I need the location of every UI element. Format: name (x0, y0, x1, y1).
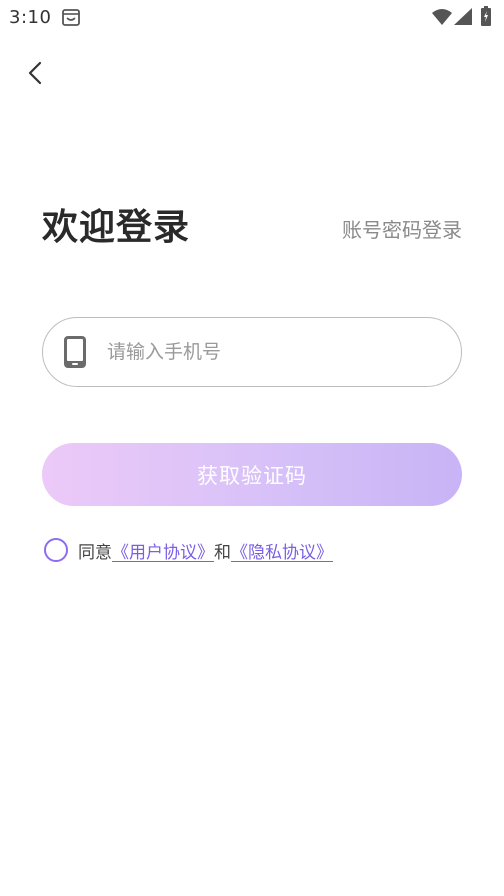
agree-checkbox[interactable] (44, 538, 68, 562)
back-button[interactable] (18, 56, 52, 90)
agree-prefix: 同意 (78, 542, 112, 563)
get-code-button[interactable]: 获取验证码 (42, 443, 462, 506)
notification-app-icon (62, 9, 80, 26)
user-agreement-link[interactable]: 《用户协议》 (112, 538, 214, 563)
privacy-policy-link[interactable]: 《隐私协议》 (231, 538, 333, 563)
page-title: 欢迎登录 (42, 207, 191, 248)
phone-field[interactable] (42, 317, 462, 387)
password-login-link[interactable]: 账号密码登录 (342, 214, 462, 243)
status-bar: 3:10 (0, 0, 504, 34)
status-time: 3:10 (9, 7, 52, 28)
battery-charging-icon (481, 6, 491, 26)
phone-input[interactable] (107, 341, 407, 363)
signal-icon (454, 8, 472, 25)
agree-conjunction: 和 (214, 542, 231, 563)
chevron-left-icon (28, 61, 42, 85)
wifi-icon (432, 9, 452, 25)
agreement-row: 同意 《用户协议》 和 《隐私协议》 (44, 537, 333, 563)
phone-icon (64, 336, 86, 368)
